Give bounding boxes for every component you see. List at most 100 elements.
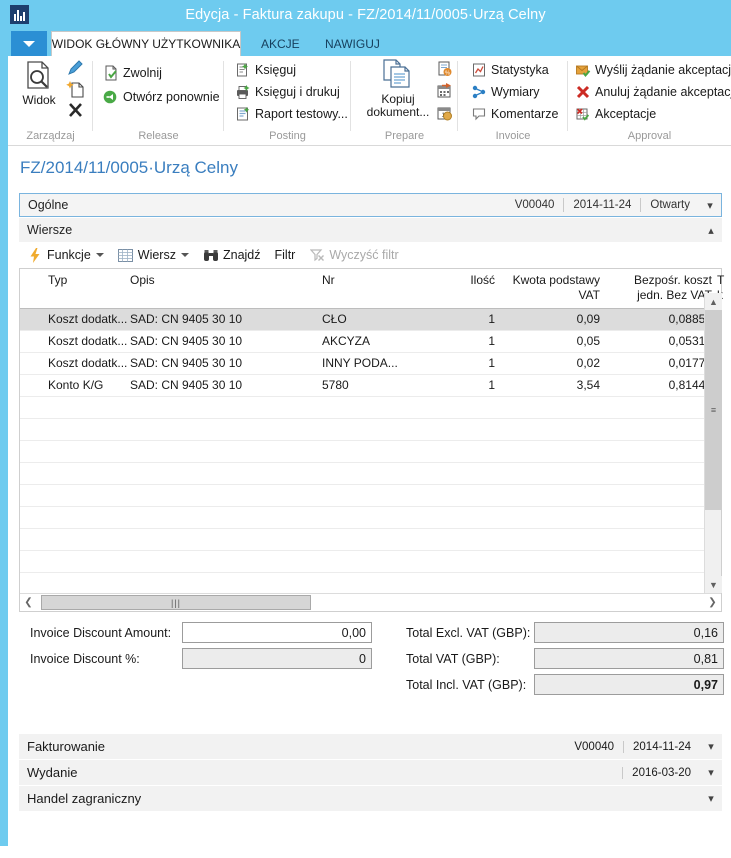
tab-label: AKCJE: [261, 36, 300, 51]
pencil-edit-icon[interactable]: [66, 60, 85, 77]
znajdz-button[interactable]: Znajdź: [203, 247, 261, 263]
table-row-empty[interactable]: [20, 507, 704, 529]
table-row-empty[interactable]: [20, 551, 704, 573]
fasttab-ogolne[interactable]: Ogólne V00040 2014-11-24 Otwarty ▾: [19, 193, 722, 217]
percent-document-icon[interactable]: %: [435, 60, 454, 78]
wiersz-label: Wiersz: [137, 248, 176, 262]
wiersz-menu-button[interactable]: Wiersz: [118, 247, 189, 263]
anuluj-zadanie-akceptacji-button[interactable]: Anuluj żądanie akceptacji: [574, 81, 731, 102]
table-row-empty[interactable]: [20, 529, 704, 551]
column-header-typ[interactable]: Typ: [48, 273, 67, 288]
chevron-down-icon[interactable]: ▾: [700, 766, 722, 779]
table-row-empty[interactable]: [20, 573, 704, 593]
fasttab-wiersze-title: Wiersze: [27, 223, 73, 237]
table-row[interactable]: Koszt dodatk... SAD: CN 9405 30 10 CŁO 1…: [20, 309, 704, 331]
cell-nr: INNY PODA...: [322, 356, 398, 370]
binoculars-icon: [203, 247, 219, 263]
ribbon-group-label: Posting: [269, 130, 306, 142]
ksieguj-label: Księguj: [255, 62, 296, 77]
table-row[interactable]: Koszt dodatk... SAD: CN 9405 30 10 AKCYZ…: [20, 331, 704, 353]
cell-bezposr-koszt-jedn: 0,08853: [668, 312, 704, 326]
column-header-bezposr-koszt-jedn[interactable]: Bezpośr. koszt jedn. Bez VAT: [615, 273, 712, 303]
app-chart-icon: [10, 5, 29, 24]
fasttab-fakturowanie[interactable]: Fakturowanie V00040 2014-11-24 ▾: [19, 734, 722, 760]
znajdz-label: Znajdź: [222, 248, 261, 262]
raport-testowy-button[interactable]: Raport testowy...: [234, 103, 348, 124]
title-bar: Edycja - Faktura zakupu - FZ/2014/11/000…: [0, 0, 731, 29]
tab-nawiguj[interactable]: NAWIGUJ: [316, 31, 389, 56]
statystyka-button[interactable]: Statystyka: [470, 59, 549, 80]
invoice-discount-amount-field[interactable]: 0,00: [182, 622, 372, 643]
ksieguj-button[interactable]: Księguj: [234, 59, 296, 80]
funkcje-menu-button[interactable]: Funkcje: [27, 247, 104, 263]
release-check-icon: [102, 64, 119, 81]
horizontal-scroll-track[interactable]: |||: [37, 594, 704, 611]
table-row[interactable]: Koszt dodatk... SAD: CN 9405 30 10 INNY …: [20, 353, 704, 375]
ribbon-dropdown-button[interactable]: [11, 31, 47, 56]
table-row-empty[interactable]: [20, 441, 704, 463]
table-row-empty[interactable]: [20, 397, 704, 419]
calendar-arrow-icon[interactable]: [435, 82, 454, 100]
fasttab-handel-zagraniczny[interactable]: Handel zagraniczny ▾: [19, 786, 722, 812]
cell-nr: 5780: [322, 378, 349, 392]
column-header-nr[interactable]: Nr: [322, 273, 335, 288]
table-row-empty[interactable]: [20, 419, 704, 441]
cell-opis: SAD: CN 9405 30 10: [130, 378, 243, 392]
wyslij-zadanie-akceptacji-button[interactable]: Wyślij żądanie akceptacji: [574, 59, 731, 80]
chevron-down-icon[interactable]: ▾: [700, 740, 722, 753]
wymiary-button[interactable]: Wymiary: [470, 81, 540, 102]
table-row[interactable]: Konto K/G SAD: CN 9405 30 10 5780 1 3,54…: [20, 375, 704, 397]
new-document-icon[interactable]: [66, 80, 85, 98]
wyczysc-filtr-label: Wyczyść filtr: [329, 248, 399, 262]
cell-kwota-podstawy-vat: 0,02: [576, 356, 600, 370]
zwolnij-button[interactable]: Zwolnij: [102, 62, 162, 83]
scroll-down-icon[interactable]: ▼: [705, 576, 722, 593]
kopiuj-dokument-button[interactable]: Kopiuj dokument...: [359, 58, 437, 119]
chevron-down-icon: [95, 253, 104, 257]
chevron-down-icon[interactable]: ▾: [699, 199, 721, 212]
column-header-ilosc[interactable]: Ilość: [455, 273, 495, 288]
ribbon-group-approval: Wyślij żądanie akceptacji Anuluj żądanie…: [568, 56, 731, 146]
vertical-scroll-thumb[interactable]: ≡: [705, 310, 722, 510]
tab-akcje[interactable]: AKCJE: [252, 31, 309, 56]
widok-button[interactable]: Widok: [11, 60, 67, 107]
column-header-opis[interactable]: Opis: [130, 273, 155, 288]
filtr-button[interactable]: Filtr: [275, 248, 296, 262]
wyczysc-filtr-button[interactable]: Wyczyść filtr: [309, 247, 399, 263]
grid-horizontal-scrollbar[interactable]: ❮ ||| ❯: [20, 593, 721, 611]
total-incl-vat-row: Total Incl. VAT (GBP): 0,97: [406, 674, 724, 695]
fasttab-wydanie[interactable]: Wydanie 2016-03-20 ▾: [19, 760, 722, 786]
column-header-line: jedn. Bez VAT: [637, 288, 712, 302]
table-row-empty[interactable]: [20, 485, 704, 507]
otworz-ponownie-button[interactable]: Otwórz ponownie: [102, 86, 220, 107]
test-report-icon: [234, 105, 251, 122]
approvals-grid-icon: [574, 105, 591, 122]
grid-rows-area: Koszt dodatk... SAD: CN 9405 30 10 CŁO 1…: [20, 309, 704, 593]
invoice-discount-percent-label: Invoice Discount %:: [30, 651, 140, 666]
scroll-left-icon[interactable]: ❮: [20, 594, 37, 611]
chevron-down-icon[interactable]: ▾: [700, 792, 722, 805]
ribbon-tab-strip: WIDOK GŁÓWNY UŻYTKOWNIKA AKCJE NAWIGUJ: [8, 29, 731, 56]
cell-ilosc: 1: [488, 356, 495, 370]
scroll-right-icon[interactable]: ❯: [704, 594, 721, 611]
komentarze-button[interactable]: Komentarze: [470, 103, 558, 124]
cell-bezposr-koszt-jedn: 0,01771: [668, 356, 704, 370]
delete-x-icon[interactable]: [66, 101, 85, 119]
akceptacje-button[interactable]: Akceptacje: [574, 103, 656, 124]
column-header-kwota-podstawy-vat[interactable]: Kwota podstawy VAT: [508, 273, 600, 303]
ksieguj-i-drukuj-button[interactable]: Księguj i drukuj: [234, 81, 340, 102]
clear-filter-icon: [309, 247, 325, 263]
table-row-empty[interactable]: [20, 463, 704, 485]
chevron-up-icon[interactable]: ▴: [700, 224, 722, 237]
currency-date-icon[interactable]: 1: [435, 104, 454, 122]
scroll-up-icon[interactable]: ▲: [705, 293, 722, 310]
fasttab-wiersze[interactable]: Wiersze ▴: [19, 218, 722, 242]
horizontal-scroll-thumb[interactable]: |||: [41, 595, 311, 610]
page-title: FZ/2014/11/0005·Urzą Celny: [20, 158, 238, 177]
fasttab-handel-zagraniczny-title: Handel zagraniczny: [27, 791, 142, 806]
tab-widok-glowny-uzytkownika[interactable]: WIDOK GŁÓWNY UŻYTKOWNIKA: [51, 31, 241, 56]
ribbon-group-prepare: Kopiuj dokument... % 1 P: [351, 56, 458, 146]
grid-toolbar: Funkcje Wiersz Znajdź Filtr Wyczyść filt…: [19, 243, 722, 267]
invoice-discount-percent-field[interactable]: 0: [182, 648, 372, 669]
grid-vertical-scrollbar[interactable]: ▲ ≡ ▼: [704, 293, 722, 593]
